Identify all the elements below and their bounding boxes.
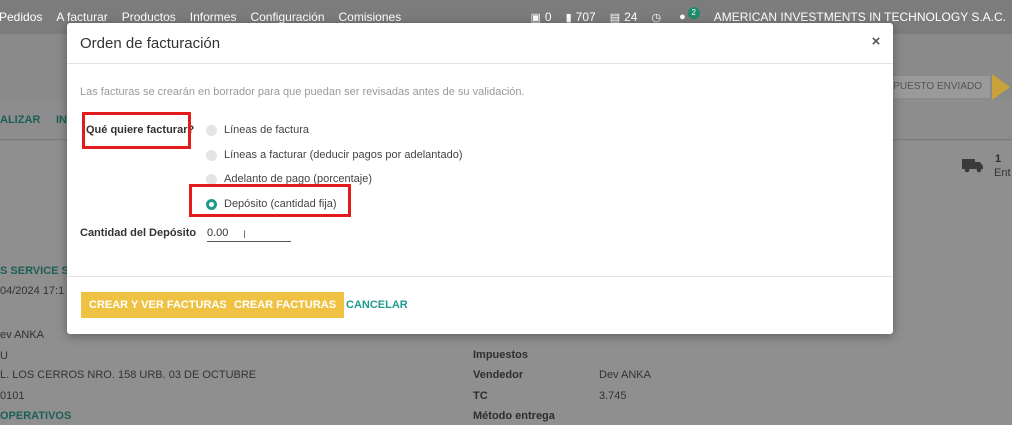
option-label: Líneas de factura bbox=[224, 124, 310, 136]
create-and-view-invoices-button[interactable]: CREAR Y VER FACTURAS bbox=[81, 292, 235, 318]
systray-chat[interactable]: ● 2 bbox=[679, 7, 700, 23]
money-icon: ▤ bbox=[609, 11, 621, 24]
deposit-amount-label: Cantidad del Depósito bbox=[80, 227, 197, 239]
radio-down-payment-percentage[interactable] bbox=[206, 173, 217, 185]
gift-count: 0 bbox=[544, 10, 552, 24]
menu-item-a-facturar[interactable]: A facturar bbox=[56, 10, 107, 24]
truck-count: 707 bbox=[575, 10, 596, 24]
option-invoice-lines[interactable]: Líneas de factura bbox=[206, 122, 309, 138]
systray-truck[interactable]: ▮ 707 bbox=[566, 10, 596, 24]
clock-icon: ◷ bbox=[651, 11, 662, 24]
menu-item-configuracion[interactable]: Configuración bbox=[250, 10, 324, 24]
money-count: 24 bbox=[624, 10, 638, 24]
menu-item-comisiones[interactable]: Comisiones bbox=[339, 10, 402, 24]
systray-gift[interactable]: ▣ 0 bbox=[531, 10, 552, 24]
option-deduct-down-payments[interactable]: Líneas a facturar (deducir pagos por ade… bbox=[206, 147, 463, 163]
delivery-truck-icon bbox=[962, 159, 983, 173]
systray-money[interactable]: ▤ 24 bbox=[610, 10, 638, 24]
close-button[interactable]: × bbox=[868, 34, 884, 50]
order-date: 04/2024 17:1 bbox=[0, 285, 65, 297]
delivery-label: Ent bbox=[994, 167, 1011, 179]
customer-link[interactable]: S SERVICE S. bbox=[0, 265, 72, 277]
salesperson-line: ev ANKA bbox=[0, 329, 45, 341]
toolbar-button-2[interactable]: IN bbox=[56, 114, 67, 126]
deposit-amount-input[interactable] bbox=[207, 224, 291, 242]
delivery-count: 1 bbox=[995, 153, 1002, 165]
field-label-salesperson: Vendedor bbox=[473, 369, 524, 381]
dialog-title: Orden de facturación bbox=[80, 35, 221, 52]
text-cursor-icon: I bbox=[243, 229, 247, 241]
menu-item-pedidos[interactable]: Pedidos bbox=[0, 10, 42, 24]
info-text: Las facturas se crearán en borrador para… bbox=[80, 86, 525, 98]
field-label-delivery-method: Método entrega bbox=[473, 410, 555, 422]
create-invoices-button[interactable]: CREAR FACTURAS bbox=[226, 292, 345, 318]
zip-line: 0101 bbox=[0, 390, 25, 402]
highlight-box-question bbox=[82, 112, 191, 149]
field-value-tc: 3.745 bbox=[599, 390, 627, 402]
team-link[interactable]: OPERATIVOS bbox=[0, 410, 71, 422]
radio-deduct-down-payments[interactable] bbox=[206, 149, 217, 161]
company-switcher[interactable]: AMERICAN INVESTMENTS IN TECHNOLOGY S.A.C… bbox=[714, 10, 1006, 24]
radio-invoice-lines[interactable] bbox=[206, 124, 217, 136]
city-line: U bbox=[0, 350, 8, 362]
dialog-footer: CREAR Y VER FACTURAS CREAR FACTURAS CANC… bbox=[67, 276, 893, 334]
dialog-header: Orden de facturación × bbox=[67, 23, 893, 64]
field-label-taxes: Impuestos bbox=[473, 349, 529, 361]
systray-clock[interactable]: ◷ bbox=[651, 11, 665, 24]
address-line: L. LOS CERROS NRO. 158 URB. 03 DE OCTUBR… bbox=[0, 369, 257, 381]
truck-icon: ▮ bbox=[565, 11, 572, 24]
field-value-salesperson: Dev ANKA bbox=[599, 369, 651, 381]
field-label-tc: TC bbox=[473, 390, 488, 402]
menu-item-informes[interactable]: Informes bbox=[190, 10, 237, 24]
highlight-box-deposit bbox=[189, 184, 351, 217]
menu-item-productos[interactable]: Productos bbox=[122, 10, 176, 24]
gift-icon: ▣ bbox=[530, 11, 541, 24]
chat-badge: 2 bbox=[687, 7, 700, 19]
chat-icon: ● bbox=[679, 11, 686, 23]
cancel-button[interactable]: CANCELAR bbox=[346, 292, 408, 318]
option-label: Líneas a facturar (deducir pagos por ade… bbox=[224, 149, 463, 161]
invoice-order-dialog: Orden de facturación × Las facturas se c… bbox=[67, 23, 893, 334]
toolbar-finalize-button[interactable]: ALIZAR bbox=[0, 114, 40, 126]
